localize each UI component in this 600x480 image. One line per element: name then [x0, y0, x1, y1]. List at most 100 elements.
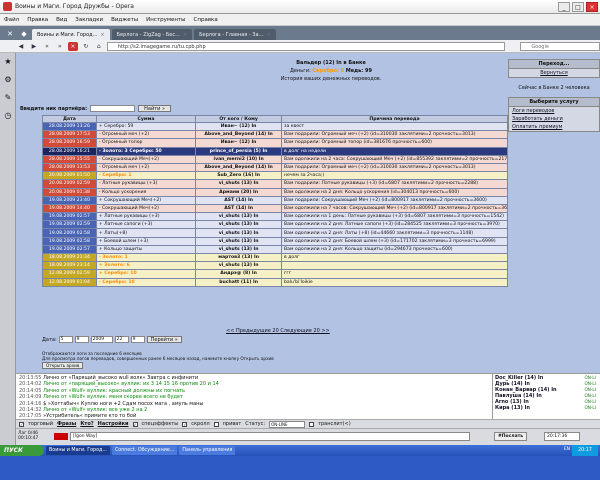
- history-clock-icon[interactable]: ◷: [3, 111, 13, 121]
- widgets-gear-icon[interactable]: ⚙: [3, 75, 13, 85]
- row-date: 20.08.2009 01:38: [42, 187, 97, 197]
- chat-log[interactable]: 20:13:55 Лично от »Парящий_высоко wull в…: [16, 373, 492, 419]
- open-archive-button[interactable]: Открыть архив: [42, 362, 84, 369]
- stop-icon[interactable]: ×: [67, 41, 78, 51]
- row-sum: - Серебро: 10: [95, 277, 197, 287]
- row-from[interactable]: AST (14) In: [195, 203, 282, 214]
- menu-help[interactable]: Справка: [194, 17, 218, 23]
- scroll-checkbox[interactable]: ✓: [182, 421, 188, 427]
- tools-icon[interactable]: ✕: [4, 29, 16, 40]
- bookmarks-star-icon[interactable]: ★: [3, 57, 13, 67]
- server-time: 20:17:36: [544, 432, 580, 441]
- row-from[interactable]: AST (14) In: [195, 195, 282, 205]
- taskbar-item-control-panel[interactable]: Панель управления: [179, 446, 236, 455]
- tab-close-icon[interactable]: ×: [100, 32, 104, 38]
- taskbar-item-connect[interactable]: Connect. Обсуждение...: [111, 446, 178, 455]
- chat-time: 20:14:09: [19, 394, 42, 401]
- user-name[interactable]: Arno (13) In: [495, 399, 529, 405]
- effects-checkbox[interactable]: ✓: [132, 421, 138, 427]
- who-link[interactable]: Кто?: [80, 421, 93, 427]
- table-row: 19.08.2009 02:57 + Латные рукавицы (+3) vi…: [42, 212, 508, 222]
- row-from[interactable]: vi_shuts (13) In: [195, 228, 282, 238]
- day-select[interactable]: 5: [58, 336, 73, 343]
- trade-checkbox[interactable]: ✓: [19, 421, 24, 427]
- user-name[interactable]: Кира (13) In: [495, 405, 530, 411]
- minimize-icon[interactable]: _: [558, 2, 570, 12]
- settings-link[interactable]: Настройки: [98, 421, 129, 427]
- search-field[interactable]: Google: [520, 41, 600, 51]
- close-icon[interactable]: ×: [586, 2, 598, 12]
- row-from[interactable]: vi_shuts (13) In: [195, 179, 282, 189]
- tab-list-icon[interactable]: ◆: [18, 29, 30, 40]
- row-reason: ггг: [281, 269, 508, 279]
- return-link[interactable]: Вернуться: [509, 69, 599, 77]
- go-button[interactable]: Перейти »: [146, 336, 182, 343]
- user-name[interactable]: Конан_Варвар (14) In: [495, 387, 557, 393]
- start-button[interactable]: ПУСК: [0, 445, 44, 456]
- tab-forum-1[interactable]: Берлога - ZigZag - Бес... ×: [111, 29, 193, 40]
- service-transfer-logs[interactable]: Логи переводов: [509, 107, 599, 115]
- menu-view[interactable]: Вид: [56, 17, 67, 23]
- month-select[interactable]: 9: [74, 336, 89, 343]
- status-select[interactable]: ON-LINE: [269, 420, 306, 428]
- day2-select[interactable]: 22: [114, 336, 129, 343]
- menu-file[interactable]: Файл: [4, 17, 19, 23]
- translit-checkbox[interactable]: [309, 421, 315, 427]
- row-from[interactable]: Иван~ (12) In: [195, 121, 282, 132]
- tab-close-icon[interactable]: ×: [183, 32, 187, 38]
- notes-icon[interactable]: ✎: [3, 93, 13, 103]
- menu-tools[interactable]: Инструменты: [146, 17, 185, 23]
- language-indicator[interactable]: EN: [564, 447, 570, 452]
- find-button[interactable]: Найти »: [138, 105, 172, 112]
- money-value: Серебро: 0: [312, 68, 345, 74]
- menu-edit[interactable]: Правка: [27, 17, 48, 23]
- effects-label: спецэффекты: [141, 421, 179, 427]
- row-from[interactable]: мартов3 (13) In: [195, 252, 282, 263]
- row-from[interactable]: vi_shuts (13) In: [195, 244, 282, 255]
- reload-icon[interactable]: ↻: [81, 42, 91, 51]
- user-name[interactable]: Doc_Killer (14) In: [495, 375, 543, 381]
- maximize-icon[interactable]: □: [572, 2, 584, 12]
- tab-game[interactable]: Воины и Маги. Город... ×: [32, 29, 110, 40]
- row-from[interactable]: Андрэ@ (8) In: [195, 269, 282, 279]
- address-field[interactable]: http://s2.imagegame.ru/tu.cpb.php: [106, 41, 506, 51]
- row-from[interactable]: Армани (20) In: [195, 187, 282, 197]
- home-icon[interactable]: ⌂: [94, 42, 104, 51]
- row-from[interactable]: buchatt (11) In: [195, 277, 282, 287]
- table-row: 19.08.2009 02:58 + Латы(+8) vi_shuts (13) …: [42, 228, 508, 238]
- menu-bookmarks[interactable]: Закладки: [75, 17, 103, 23]
- forward-icon[interactable]: ▶: [29, 42, 39, 51]
- service-earn-money[interactable]: Заработать деньги: [509, 115, 599, 123]
- send-button[interactable]: #Послать: [494, 432, 528, 441]
- service-pay-premium[interactable]: Оплатить премиум: [509, 123, 599, 131]
- row-from[interactable]: prince_of_persia (5) In: [195, 146, 282, 156]
- user-name[interactable]: Дурь (14) In: [495, 381, 530, 387]
- row-from[interactable]: ivan_merni2 (10) In: [195, 154, 282, 164]
- user-name[interactable]: Павлуша (14) In: [495, 393, 542, 399]
- row-from[interactable]: Иван~ (12) In: [195, 138, 282, 148]
- tab-forum-2[interactable]: Берлога - Главная - За... ×: [194, 29, 276, 40]
- fast-forward-icon[interactable]: »: [55, 42, 65, 51]
- row-from[interactable]: vi_shuts (13) In: [195, 261, 282, 271]
- partner-input[interactable]: [90, 105, 136, 112]
- taskbar-item-game[interactable]: Воины и Маги. Город...: [46, 446, 110, 455]
- tab-close-icon[interactable]: ×: [266, 32, 270, 38]
- phrases-link[interactable]: Фразы: [57, 421, 76, 427]
- row-from[interactable]: Above_and_Beyond (14) In: [195, 130, 282, 140]
- row-from[interactable]: Above_and_Beyond (14) In: [195, 162, 282, 173]
- user-item[interactable]: Кира (13) In ON-LI: [495, 405, 598, 411]
- month2-select[interactable]: 9: [130, 336, 145, 343]
- row-from[interactable]: Sub_Zero (16) In: [195, 171, 282, 181]
- back-icon[interactable]: ◀: [16, 42, 26, 51]
- year-select[interactable]: 2009: [90, 336, 113, 343]
- user-list[interactable]: Doc_Killer (14) In ON-LI Дурь (14) In ON-LI…: [492, 373, 600, 419]
- row-from[interactable]: vi_shuts (13) In: [195, 220, 282, 230]
- pagination-links[interactable]: << Предыдущие 20 Следующие 20 >>: [226, 328, 330, 334]
- menu-widgets[interactable]: Виджеты: [111, 17, 138, 23]
- transition-title: Переход...: [509, 60, 599, 69]
- chat-message-input[interactable]: [Igon Way]: [70, 432, 470, 441]
- row-from[interactable]: vi_shuts (13) In: [195, 212, 282, 222]
- rewind-icon[interactable]: «: [42, 42, 52, 51]
- row-from[interactable]: vi_shuts (13) In: [195, 236, 282, 246]
- private-checkbox[interactable]: [213, 421, 219, 427]
